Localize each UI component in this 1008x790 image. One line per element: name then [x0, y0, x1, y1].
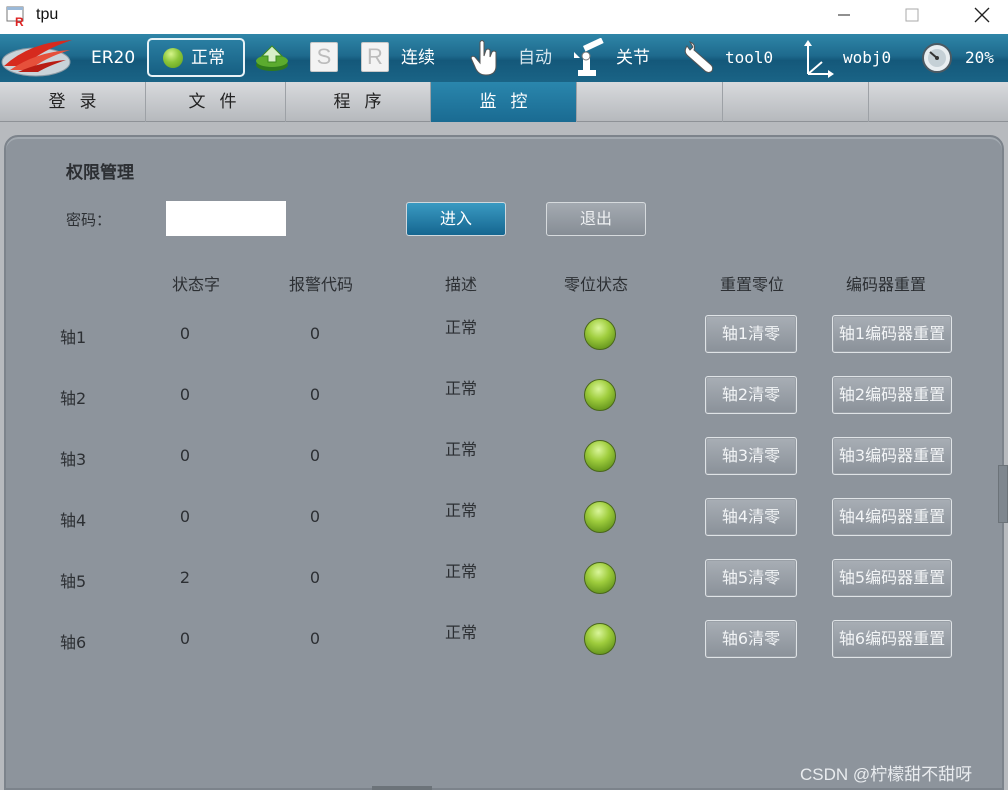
encoder-reset-button[interactable]: 轴5编码器重置: [832, 559, 952, 597]
axis-clear-button[interactable]: 轴5清零: [705, 559, 797, 597]
tab-monitor[interactable]: 监控: [431, 82, 577, 122]
speed-gauge-icon[interactable]: [920, 42, 954, 74]
window-title: tpu: [36, 6, 59, 23]
encoder-reset-button[interactable]: 轴6编码器重置: [832, 620, 952, 658]
axis-clear-button[interactable]: 轴4清零: [705, 498, 797, 536]
minimize-button[interactable]: [820, 0, 868, 30]
tab-empty-7[interactable]: [869, 82, 1008, 122]
axis-name: 轴6: [60, 633, 87, 652]
zero-status-led-icon: [584, 501, 616, 533]
description-value: 正常: [444, 318, 478, 337]
bottom-drawer-handle[interactable]: [372, 786, 432, 790]
workobject-axes-icon[interactable]: [802, 38, 836, 78]
axis-clear-button[interactable]: 轴3清零: [705, 437, 797, 475]
tab-login[interactable]: 登录: [0, 82, 146, 122]
exit-button[interactable]: 退出: [546, 202, 646, 236]
encoder-reset-button[interactable]: 轴3编码器重置: [832, 437, 952, 475]
header-status-word: 状态字: [171, 275, 221, 294]
header-description: 描述: [444, 275, 478, 294]
run-status-button[interactable]: 正常: [147, 38, 245, 77]
status-led-icon: [163, 48, 183, 68]
control-mode-label[interactable]: 自动: [518, 34, 552, 82]
status-word-value: 0: [179, 446, 191, 465]
zero-status-led-icon: [584, 440, 616, 472]
close-button[interactable]: [958, 0, 1006, 30]
encoder-reset-button[interactable]: 轴1编码器重置: [832, 315, 952, 353]
tab-empty-6[interactable]: [723, 82, 869, 122]
alarm-code-value: 0: [309, 507, 321, 526]
header-alarm-code: 报警代码: [288, 275, 354, 294]
maximize-button[interactable]: [888, 0, 936, 30]
header-reset-zero: 重置零位: [719, 275, 785, 294]
description-value: 正常: [444, 562, 478, 581]
status-word-value: 0: [179, 629, 191, 648]
axis-name: 轴2: [60, 389, 87, 408]
status-word-value: 0: [179, 324, 191, 343]
status-word-value: 0: [179, 507, 191, 526]
password-input[interactable]: [166, 201, 286, 236]
robot-arm-icon[interactable]: [572, 38, 608, 78]
tab-file[interactable]: 文件: [140, 82, 286, 122]
brand-logo: [1, 40, 72, 77]
wobj-label[interactable]: wobj0: [843, 34, 891, 82]
description-value: 正常: [444, 623, 478, 642]
panel-title: 权限管理: [66, 163, 134, 183]
hand-pointer-icon[interactable]: [468, 38, 502, 78]
robot-name: ER20: [91, 48, 136, 68]
run-r-button[interactable]: R: [361, 42, 389, 72]
speed-label[interactable]: 20%: [965, 34, 994, 82]
main-tabbar: 登录 文件 程序 监控: [0, 82, 1008, 122]
wrench-icon[interactable]: [681, 40, 715, 76]
header-zero-status: 零位状态: [563, 275, 629, 294]
axis-name: 轴5: [60, 572, 87, 591]
status-word-value: 0: [179, 385, 191, 404]
alarm-code-value: 0: [309, 568, 321, 587]
description-value: 正常: [444, 440, 478, 459]
single-step-s-button[interactable]: S: [310, 42, 338, 72]
axis-clear-button[interactable]: 轴2清零: [705, 376, 797, 414]
status-word-value: 2: [179, 568, 191, 587]
header-encoder-reset: 编码器重置: [845, 275, 927, 294]
zero-status-led-icon: [584, 318, 616, 350]
minimize-icon: [838, 14, 850, 16]
alarm-code-value: 0: [309, 324, 321, 343]
maximize-icon: [905, 8, 919, 22]
tool-label[interactable]: tool0: [725, 34, 773, 82]
status-toolbar: ER20 正常 S R 连续 自动 关节 tool0 wobj0 20%: [0, 34, 1008, 82]
encoder-reset-button[interactable]: 轴4编码器重置: [832, 498, 952, 536]
alarm-code-value: 0: [309, 385, 321, 404]
description-value: 正常: [444, 379, 478, 398]
axis-name: 轴3: [60, 450, 87, 469]
password-label: 密码：: [66, 211, 112, 229]
coord-mode-label[interactable]: 关节: [616, 34, 650, 82]
alarm-code-value: 0: [309, 629, 321, 648]
svg-text:R: R: [15, 15, 24, 27]
description-value: 正常: [444, 501, 478, 520]
zero-status-led-icon: [584, 379, 616, 411]
axis-clear-button[interactable]: 轴1清零: [705, 315, 797, 353]
axis-name: 轴4: [60, 511, 87, 530]
alarm-code-value: 0: [309, 446, 321, 465]
motor-power-icon[interactable]: [254, 42, 290, 74]
app-icon: R: [6, 6, 24, 27]
run-mode-label[interactable]: 连续: [401, 34, 435, 82]
run-status-label: 正常: [191, 48, 225, 68]
encoder-reset-button[interactable]: 轴2编码器重置: [832, 376, 952, 414]
side-drawer-handle[interactable]: [998, 465, 1008, 523]
watermark-text: CSDN @柠檬甜不甜呀: [800, 765, 973, 784]
tab-empty-5[interactable]: [577, 82, 723, 122]
window-titlebar: R tpu: [0, 0, 1008, 34]
close-icon: [974, 7, 990, 23]
tab-program[interactable]: 程序: [285, 82, 431, 122]
axis-name: 轴1: [60, 328, 87, 347]
enter-button[interactable]: 进入: [406, 202, 506, 236]
zero-status-led-icon: [584, 623, 616, 655]
zero-status-led-icon: [584, 562, 616, 594]
axis-clear-button[interactable]: 轴6清零: [705, 620, 797, 658]
